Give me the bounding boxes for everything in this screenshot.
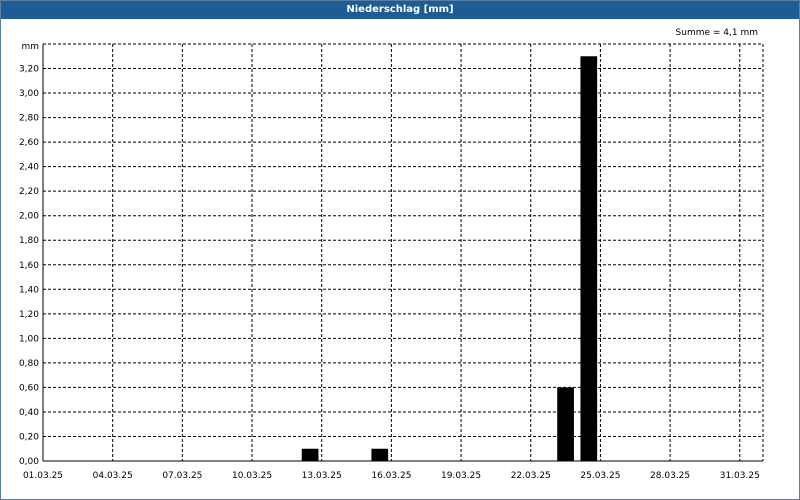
y-tick-label: 3,00 xyxy=(19,89,39,99)
x-tick-label: 01.03.25 xyxy=(23,471,63,481)
y-axis-unit: mm xyxy=(21,42,39,52)
x-tick-label: 10.03.25 xyxy=(232,471,272,481)
x-tick-label: 19.03.25 xyxy=(441,471,481,481)
bar xyxy=(301,448,319,461)
x-tick-label: 16.03.25 xyxy=(371,471,411,481)
y-tick-label: 2,00 xyxy=(19,212,39,222)
x-tick-label: 07.03.25 xyxy=(162,471,202,481)
sum-label: Summe = 4,1 mm xyxy=(676,28,758,38)
x-tick-label: 31.03.25 xyxy=(720,471,760,481)
x-tick-label: 28.03.25 xyxy=(650,471,690,481)
grid-lines xyxy=(43,43,763,461)
y-tick-label: 3,20 xyxy=(19,65,39,75)
bar xyxy=(371,448,389,461)
y-tick-label: 1,20 xyxy=(19,310,39,320)
x-tick-label: 25.03.25 xyxy=(580,471,620,481)
chart-title: Niederschlag [mm] xyxy=(1,1,799,19)
y-tick-label: 2,20 xyxy=(19,187,39,197)
y-tick-label: 2,60 xyxy=(19,138,39,148)
y-tick-label: 0,80 xyxy=(19,359,39,369)
x-tick-label: 22.03.25 xyxy=(511,471,551,481)
y-tick-label: 0,00 xyxy=(19,457,39,467)
x-tick-label: 13.03.25 xyxy=(302,471,342,481)
precipitation-chart: Summe = 4,1 mm mm 0,00 0,20 0,40 0,60 0,80 1,… xyxy=(19,28,764,481)
bar xyxy=(580,56,598,461)
x-tick-label: 04.03.25 xyxy=(93,471,133,481)
y-tick-label: 0,40 xyxy=(19,408,39,418)
y-tick-label: 1,80 xyxy=(19,236,39,246)
y-tick-label: 1,00 xyxy=(19,334,39,344)
y-tick-label: 2,40 xyxy=(19,163,39,173)
bars xyxy=(301,56,598,461)
y-tick-label: 1,40 xyxy=(19,285,39,295)
y-tick-label: 2,80 xyxy=(19,114,39,124)
y-tick-label: 0,60 xyxy=(19,383,39,393)
y-tick-label: 1,60 xyxy=(19,261,39,271)
chart-window: Niederschlag [mm] Summe = 4,1 mm mm 0,00… xyxy=(0,0,800,500)
y-tick-label: 0,20 xyxy=(19,432,39,442)
bar xyxy=(557,387,574,461)
